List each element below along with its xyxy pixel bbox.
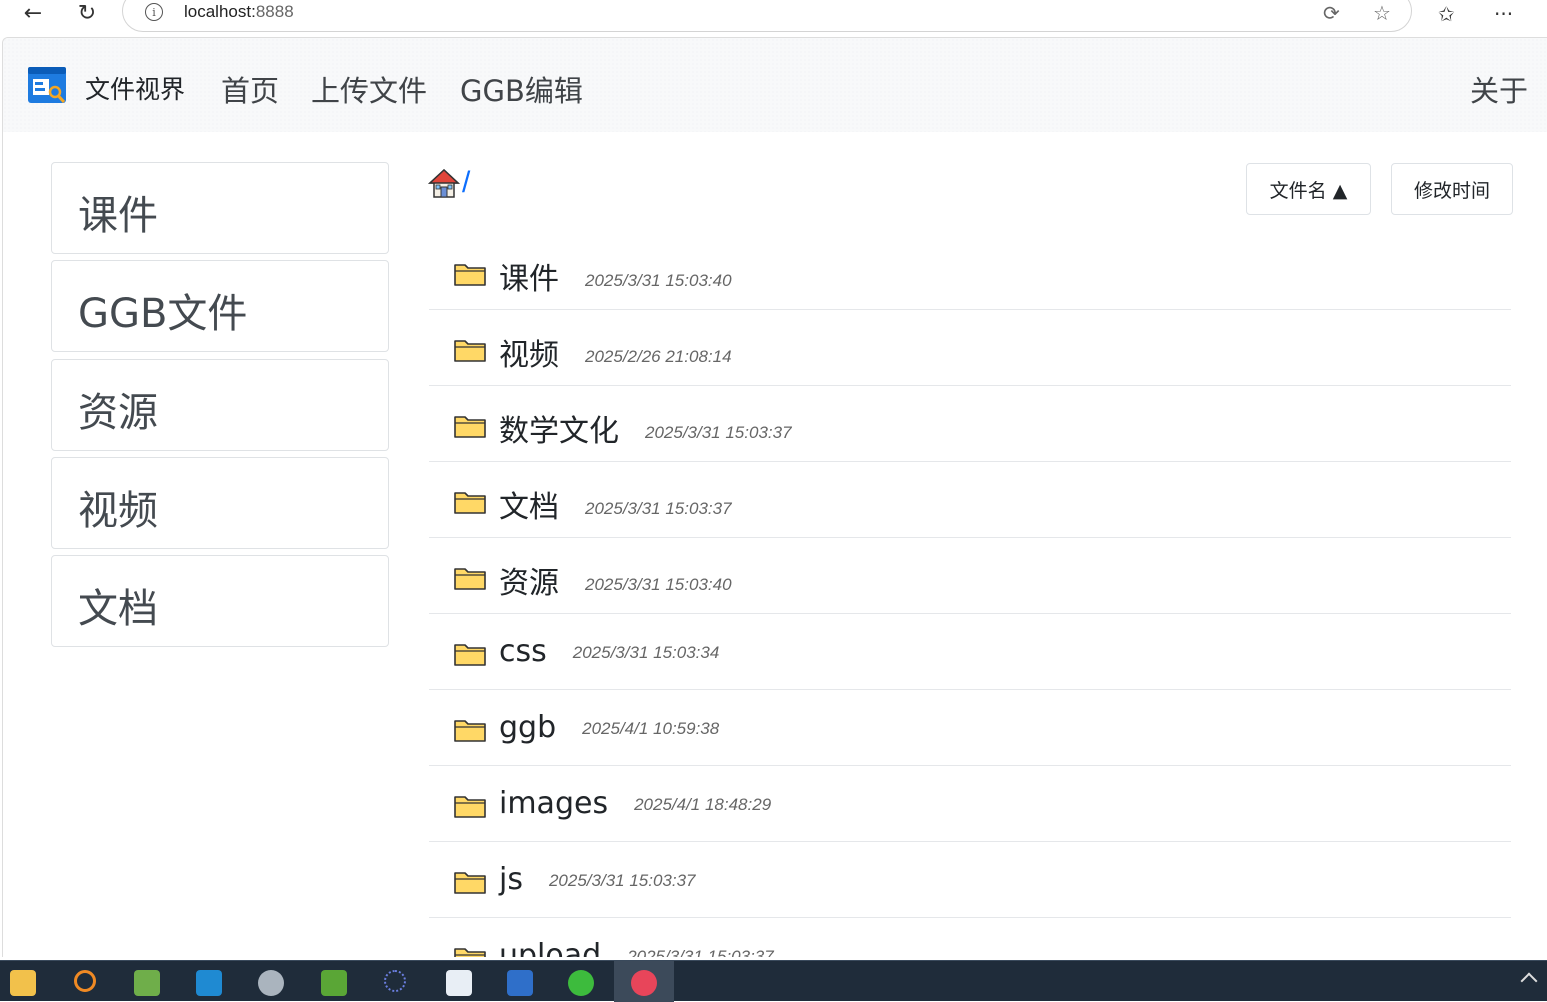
file-row[interactable]: images 2025/4/1 18:48:29 bbox=[429, 766, 1511, 842]
reload-icon[interactable]: ↻ bbox=[72, 0, 102, 26]
sort-by-mtime-button[interactable]: 修改时间 bbox=[1391, 163, 1513, 215]
folder-icon bbox=[454, 948, 486, 957]
notepad-icon[interactable] bbox=[134, 970, 160, 996]
file-date: 2025/3/31 15:03:34 bbox=[572, 642, 720, 662]
file-name[interactable]: 文档 bbox=[499, 490, 559, 525]
file-name-link[interactable]: 资源 2025/3/31 15:03:40 bbox=[499, 558, 732, 602]
file-name[interactable]: css bbox=[499, 634, 547, 669]
file-date: 2025/3/31 15:03:40 bbox=[585, 574, 732, 594]
remote-desktop-icon[interactable] bbox=[507, 970, 533, 996]
file-name[interactable]: 资源 bbox=[499, 566, 559, 601]
file-row[interactable]: upload 2025/3/31 15:03:37 bbox=[429, 918, 1511, 957]
file-date: 2025/3/31 15:03:37 bbox=[548, 870, 696, 890]
file-name-link[interactable]: css 2025/3/31 15:03:34 bbox=[499, 634, 719, 669]
file-name[interactable]: 视频 bbox=[499, 338, 559, 373]
sidebar-item-label: GGB文件 bbox=[78, 291, 248, 337]
back-arrow-icon[interactable]: ← bbox=[18, 0, 48, 26]
sidebar-item-ggb[interactable]: GGB文件 bbox=[51, 260, 389, 352]
file-row[interactable]: css 2025/3/31 15:03:34 bbox=[429, 614, 1511, 690]
folder-icon bbox=[454, 644, 486, 666]
folder-icon bbox=[454, 568, 486, 590]
brand-title[interactable]: 文件视界 bbox=[85, 70, 185, 106]
favorites-list-icon[interactable]: ✩ bbox=[1438, 2, 1455, 26]
file-name-link[interactable]: 课件 2025/3/31 15:03:40 bbox=[499, 254, 732, 298]
file-name[interactable]: images bbox=[499, 786, 608, 821]
breadcrumb-root-link[interactable]: / bbox=[462, 166, 470, 200]
file-name[interactable]: 数学文化 bbox=[499, 414, 619, 449]
app-window: 文件视界 首页 上传文件 GGB编辑 关于 课件 GGB文件 资源 视频 文档 … bbox=[2, 37, 1547, 957]
file-name-link[interactable]: ggb 2025/4/1 10:59:38 bbox=[499, 710, 719, 745]
file-date: 2025/3/31 15:03:37 bbox=[627, 946, 774, 958]
file-date: 2025/3/31 15:03:37 bbox=[585, 498, 732, 518]
file-name-link[interactable]: 视频 2025/2/26 21:08:14 bbox=[499, 330, 732, 374]
browser-toolbar: ← ↻ i localhost:8888 ⟳ ☆ ✩ ··· bbox=[0, 0, 1547, 36]
file-row[interactable]: 视频 2025/2/26 21:08:14 bbox=[429, 310, 1511, 386]
folder-icon bbox=[454, 492, 486, 514]
sidebar-item-label: 文档 bbox=[78, 586, 158, 632]
search-icon[interactable] bbox=[74, 970, 96, 992]
nodejs-icon[interactable] bbox=[321, 970, 347, 996]
geogebra-icon[interactable] bbox=[384, 970, 406, 992]
nav-ggb-edit[interactable]: GGB编辑 bbox=[460, 68, 583, 110]
folder-icon bbox=[454, 872, 486, 894]
file-name[interactable]: upload bbox=[499, 938, 601, 957]
favorite-star-icon[interactable]: ☆ bbox=[1373, 1, 1391, 25]
file-date: 2025/3/31 15:03:40 bbox=[585, 270, 732, 290]
nav-home[interactable]: 首页 bbox=[221, 68, 279, 110]
sidebar-item-label: 视频 bbox=[78, 488, 158, 534]
file-explorer-icon[interactable] bbox=[10, 970, 36, 996]
sidebar-item-label: 课件 bbox=[78, 193, 158, 239]
os-taskbar bbox=[0, 960, 1547, 1002]
wechat-icon[interactable] bbox=[568, 970, 594, 996]
file-row[interactable]: 文档 2025/3/31 15:03:37 bbox=[429, 462, 1511, 538]
file-date: 2025/4/1 18:48:29 bbox=[634, 794, 772, 814]
file-name-link[interactable]: upload 2025/3/31 15:03:37 bbox=[499, 938, 774, 957]
folder-icon bbox=[454, 340, 486, 362]
file-name-link[interactable]: 数学文化 2025/3/31 15:03:37 bbox=[499, 406, 792, 450]
file-date: 2025/2/26 21:08:14 bbox=[585, 346, 732, 366]
folder-icon bbox=[454, 796, 486, 818]
sidebar-item-label: 资源 bbox=[78, 390, 158, 436]
file-row[interactable]: 资源 2025/3/31 15:03:40 bbox=[429, 538, 1511, 614]
sort-by-name-button[interactable]: 文件名 ▲ bbox=[1246, 163, 1371, 215]
url-text: localhost:8888 bbox=[184, 2, 294, 21]
settings-gear-icon[interactable] bbox=[258, 970, 284, 996]
file-row[interactable]: 课件 2025/3/31 15:03:40 bbox=[429, 234, 1511, 310]
folder-icon bbox=[454, 416, 486, 438]
nav-upload[interactable]: 上传文件 bbox=[311, 68, 427, 110]
file-name[interactable]: 课件 bbox=[499, 262, 559, 297]
file-date: 2025/3/31 15:03:37 bbox=[645, 422, 792, 442]
sidebar-item-documents[interactable]: 文档 bbox=[51, 555, 389, 647]
edge-refresh-icon[interactable]: ⟳ bbox=[1323, 1, 1340, 25]
sidebar-item-courseware[interactable]: 课件 bbox=[51, 162, 389, 254]
more-menu-icon[interactable]: ··· bbox=[1494, 2, 1513, 26]
file-list: 课件 2025/3/31 15:03:40 视频 2025/2/26 21:08:14… bbox=[429, 234, 1511, 957]
file-name[interactable]: js bbox=[499, 862, 523, 897]
top-navbar: 文件视界 首页 上传文件 GGB编辑 关于 bbox=[3, 38, 1547, 132]
home-icon[interactable] bbox=[428, 167, 460, 199]
screen-recorder-icon[interactable] bbox=[631, 970, 657, 996]
address-bar[interactable]: i localhost:8888 ⟳ ☆ bbox=[122, 0, 1412, 32]
drawing-app-icon[interactable] bbox=[446, 970, 472, 996]
nav-about[interactable]: 关于 bbox=[1470, 68, 1528, 110]
vscode-icon[interactable] bbox=[196, 970, 222, 996]
file-name[interactable]: ggb bbox=[499, 710, 556, 745]
file-name-link[interactable]: 文档 2025/3/31 15:03:37 bbox=[499, 482, 732, 526]
folder-icon bbox=[454, 720, 486, 742]
file-name-link[interactable]: js 2025/3/31 15:03:37 bbox=[499, 862, 696, 897]
site-info-icon[interactable]: i bbox=[145, 3, 163, 21]
sidebar-item-videos[interactable]: 视频 bbox=[51, 457, 389, 549]
file-date: 2025/4/1 10:59:38 bbox=[582, 718, 720, 738]
breadcrumb: / bbox=[428, 166, 470, 200]
sidebar-item-resources[interactable]: 资源 bbox=[51, 359, 389, 451]
file-name-link[interactable]: images 2025/4/1 18:48:29 bbox=[499, 786, 771, 821]
file-row[interactable]: ggb 2025/4/1 10:59:38 bbox=[429, 690, 1511, 766]
file-row[interactable]: 数学文化 2025/3/31 15:03:37 bbox=[429, 386, 1511, 462]
folder-icon bbox=[454, 264, 486, 286]
app-logo-icon[interactable] bbox=[27, 65, 69, 105]
file-row[interactable]: js 2025/3/31 15:03:37 bbox=[429, 842, 1511, 918]
tray-expand-icon[interactable] bbox=[1520, 972, 1538, 990]
